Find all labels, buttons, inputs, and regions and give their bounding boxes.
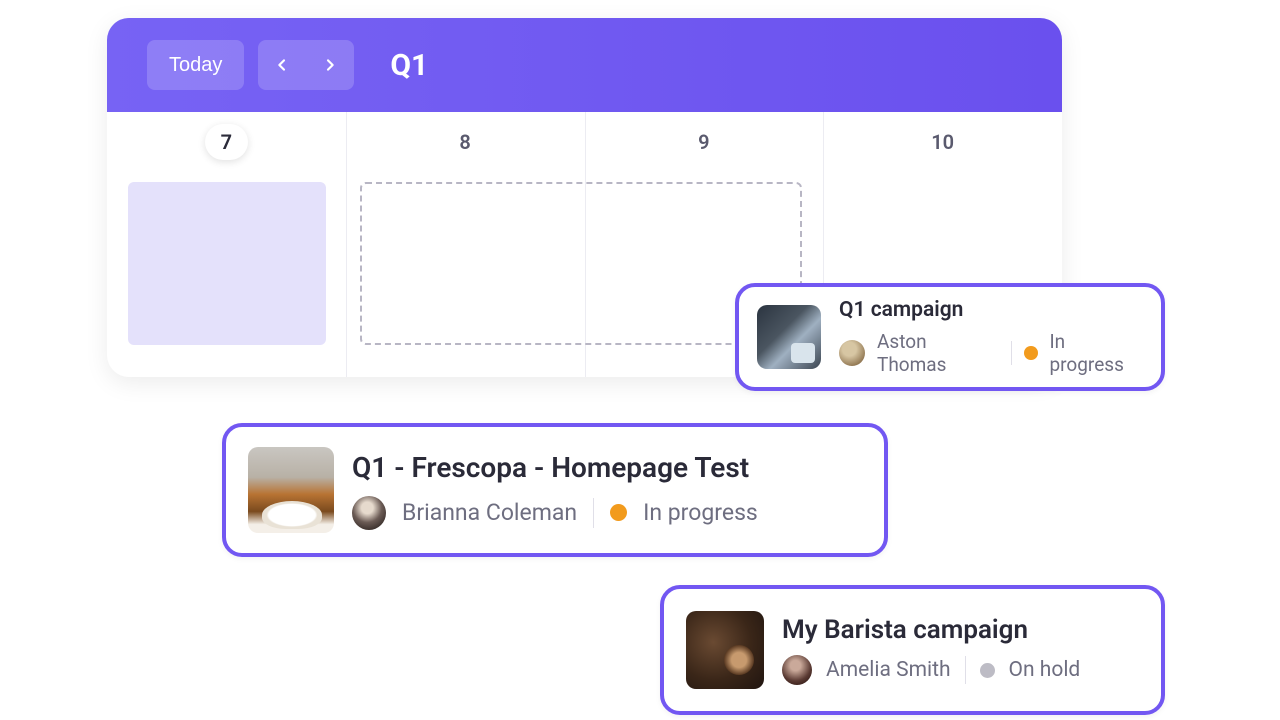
meta-divider	[965, 656, 966, 684]
campaign-thumbnail	[757, 305, 821, 369]
chevron-left-icon	[274, 57, 290, 73]
campaign-card-body: Q1 - Frescopa - Homepage Test Brianna Co…	[352, 451, 758, 530]
campaign-thumbnail	[686, 611, 764, 689]
period-nav	[258, 40, 354, 90]
day-column[interactable]: 10	[823, 130, 1062, 154]
campaign-card-body: My Barista campaign Amelia Smith On hold	[782, 615, 1080, 685]
day-column[interactable]: 7	[107, 124, 346, 160]
owner-avatar	[839, 340, 865, 366]
status-label: On hold	[1009, 658, 1081, 682]
meta-divider	[1011, 341, 1012, 365]
owner-name: Brianna Coleman	[402, 499, 577, 526]
campaign-card[interactable]: My Barista campaign Amelia Smith On hold	[660, 585, 1165, 715]
owner-avatar	[352, 496, 386, 530]
campaign-card-body: Q1 campaign Aston Thomas In progress	[839, 298, 1143, 376]
campaign-card[interactable]: Q1 - Frescopa - Homepage Test Brianna Co…	[222, 423, 888, 557]
owner-name: Amelia Smith	[826, 658, 951, 682]
day-label: 9	[698, 130, 709, 154]
day-label: 7	[205, 124, 248, 160]
next-period-button[interactable]	[306, 40, 354, 90]
campaign-meta: Amelia Smith On hold	[782, 655, 1080, 685]
status-dot-icon	[610, 504, 627, 521]
campaign-title: Q1 campaign	[839, 298, 1143, 322]
campaign-thumbnail	[248, 447, 334, 533]
calendar-event-block[interactable]	[128, 182, 326, 345]
status-label: In progress	[643, 499, 758, 526]
day-column[interactable]: 8	[346, 130, 585, 154]
day-label: 10	[931, 130, 954, 154]
column-divider	[346, 112, 347, 377]
campaign-title: My Barista campaign	[782, 615, 1080, 645]
campaign-card[interactable]: Q1 campaign Aston Thomas In progress	[735, 283, 1165, 391]
campaign-meta: Brianna Coleman In progress	[352, 496, 758, 530]
owner-avatar	[782, 655, 812, 685]
calendar-header: Today Q1	[107, 18, 1062, 112]
status-dot-icon	[980, 663, 995, 678]
today-button[interactable]: Today	[147, 40, 244, 90]
owner-name: Aston Thomas	[877, 330, 999, 376]
chevron-right-icon	[322, 57, 338, 73]
day-column[interactable]: 9	[585, 130, 824, 154]
day-label: 8	[459, 130, 470, 154]
campaign-meta: Aston Thomas In progress	[839, 330, 1143, 376]
period-title: Q1	[390, 48, 428, 83]
prev-period-button[interactable]	[258, 40, 306, 90]
meta-divider	[593, 498, 594, 528]
campaign-title: Q1 - Frescopa - Homepage Test	[352, 451, 758, 484]
status-dot-icon	[1024, 346, 1038, 360]
status-label: In progress	[1050, 330, 1144, 376]
